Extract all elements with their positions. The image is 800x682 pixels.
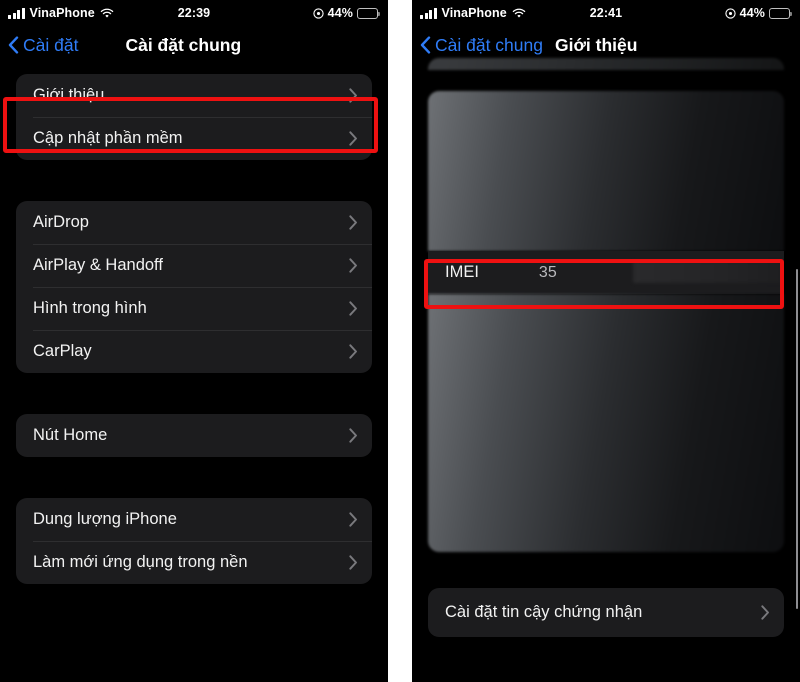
status-bar-right-cluster: 44% [313,6,380,20]
row-label: Làm mới ứng dụng trong nền [33,553,248,571]
sidebar-item-dung-luong-iphone[interactable]: Dung lượng iPhone [16,498,372,541]
imei-value: 35 [538,263,557,281]
row-label: Dung lượng iPhone [33,510,177,528]
scrollbar-indicator[interactable] [795,269,798,609]
chevron-right-icon [761,605,769,620]
sidebar-item-nut-home[interactable]: Nút Home [16,414,372,457]
settings-group-3: Nút Home [16,414,372,457]
row-label: AirPlay & Handoff [33,256,163,274]
about-list-right[interactable]: IMEI 35 Cài đặt tin cậy chứng nhận [412,58,800,682]
settings-list-left[interactable]: Giới thiệu Cập nhật phần mềm AirDrop Air… [0,64,388,682]
sidebar-item-airdrop[interactable]: AirDrop [16,201,372,244]
row-label: Cập nhật phần mềm [33,129,183,147]
status-bar-right-cluster: 44% [725,6,792,20]
imei-value-redaction [633,261,783,283]
carrier-label-left: VinaPhone [29,6,95,20]
chevron-right-icon [349,88,357,103]
imei-card: IMEI 35 [428,251,784,294]
back-button-label-right: Cài đặt chung [435,34,543,55]
chevron-right-icon [349,512,357,527]
chevron-left-icon [8,36,19,54]
chevron-right-icon [349,555,357,570]
status-bar-right: VinaPhone 22:41 44% [412,0,800,26]
signal-bars-icon [420,7,437,19]
settings-group-4: Dung lượng iPhone Làm mới ứng dụng trong… [16,498,372,584]
wifi-icon [512,8,526,18]
sidebar-item-gioi-thieu[interactable]: Giới thiệu [16,74,372,117]
nav-bar-left: Cài đặt Cài đặt chung [0,26,388,64]
obscured-card-below-imei [428,294,784,552]
sidebar-item-carplay[interactable]: CarPlay [16,330,372,373]
sidebar-item-hinh-trong-hinh[interactable]: Hình trong hình [16,287,372,330]
battery-icon [769,7,792,19]
location-arrow-icon [313,7,324,19]
battery-percent-right: 44% [739,6,765,20]
back-button-right[interactable]: Cài đặt chung [420,35,543,56]
back-button-label-left: Cài đặt [23,34,79,55]
row-label: CarPlay [33,342,92,360]
sidebar-item-airplay-handoff[interactable]: AirPlay & Handoff [16,244,372,287]
obscured-card-top [428,58,784,70]
phone-screen-general-settings: VinaPhone 22:39 44% Cài đặt Cài đặt chun… [0,0,388,682]
wifi-icon [100,8,114,18]
row-label: Giới thiệu [33,86,105,104]
status-bar-left-cluster: VinaPhone [420,6,526,20]
status-bar-left: VinaPhone 22:39 44% [0,0,388,26]
row-label: Hình trong hình [33,299,147,317]
row-label: Nút Home [33,426,108,444]
row-label: AirDrop [33,213,89,231]
chevron-left-icon [420,36,431,54]
chevron-right-icon [349,428,357,443]
obscured-card-above-imei [428,91,784,251]
battery-icon [357,7,380,19]
sidebar-item-cap-nhat-phan-mem[interactable]: Cập nhật phần mềm [16,117,372,160]
chevron-right-icon [349,215,357,230]
battery-percent-left: 44% [327,6,353,20]
chevron-right-icon [349,301,357,316]
status-bar-left-cluster: VinaPhone [8,6,114,20]
signal-bars-icon [8,7,25,19]
imei-label: IMEI [445,263,479,281]
row-label: Cài đặt tin cậy chứng nhận [445,603,643,621]
carrier-label-right: VinaPhone [441,6,507,20]
trust-settings-card: Cài đặt tin cậy chứng nhận [428,588,784,637]
screenshot-root: VinaPhone 22:39 44% Cài đặt Cài đặt chun… [0,0,800,682]
chevron-right-icon [349,258,357,273]
row-cai-dat-tin-cay-chung-nhan[interactable]: Cài đặt tin cậy chứng nhận [428,588,784,637]
location-arrow-icon [725,7,736,19]
panel-divider [388,0,412,682]
sidebar-item-lam-moi-ung-dung-trong-nen[interactable]: Làm mới ứng dụng trong nền [16,541,372,584]
page-title-left: Cài đặt chung [125,34,242,55]
settings-group-2: AirDrop AirPlay & Handoff Hình trong hìn… [16,201,372,373]
chevron-right-icon [349,344,357,359]
phone-screen-about: VinaPhone 22:41 44% Cài đặt chung Giới t… [412,0,800,682]
page-title-right: Giới thiệu [555,34,638,55]
back-button-left[interactable]: Cài đặt [8,35,78,56]
settings-group-1: Giới thiệu Cập nhật phần mềm [16,74,372,160]
chevron-right-icon [349,131,357,146]
